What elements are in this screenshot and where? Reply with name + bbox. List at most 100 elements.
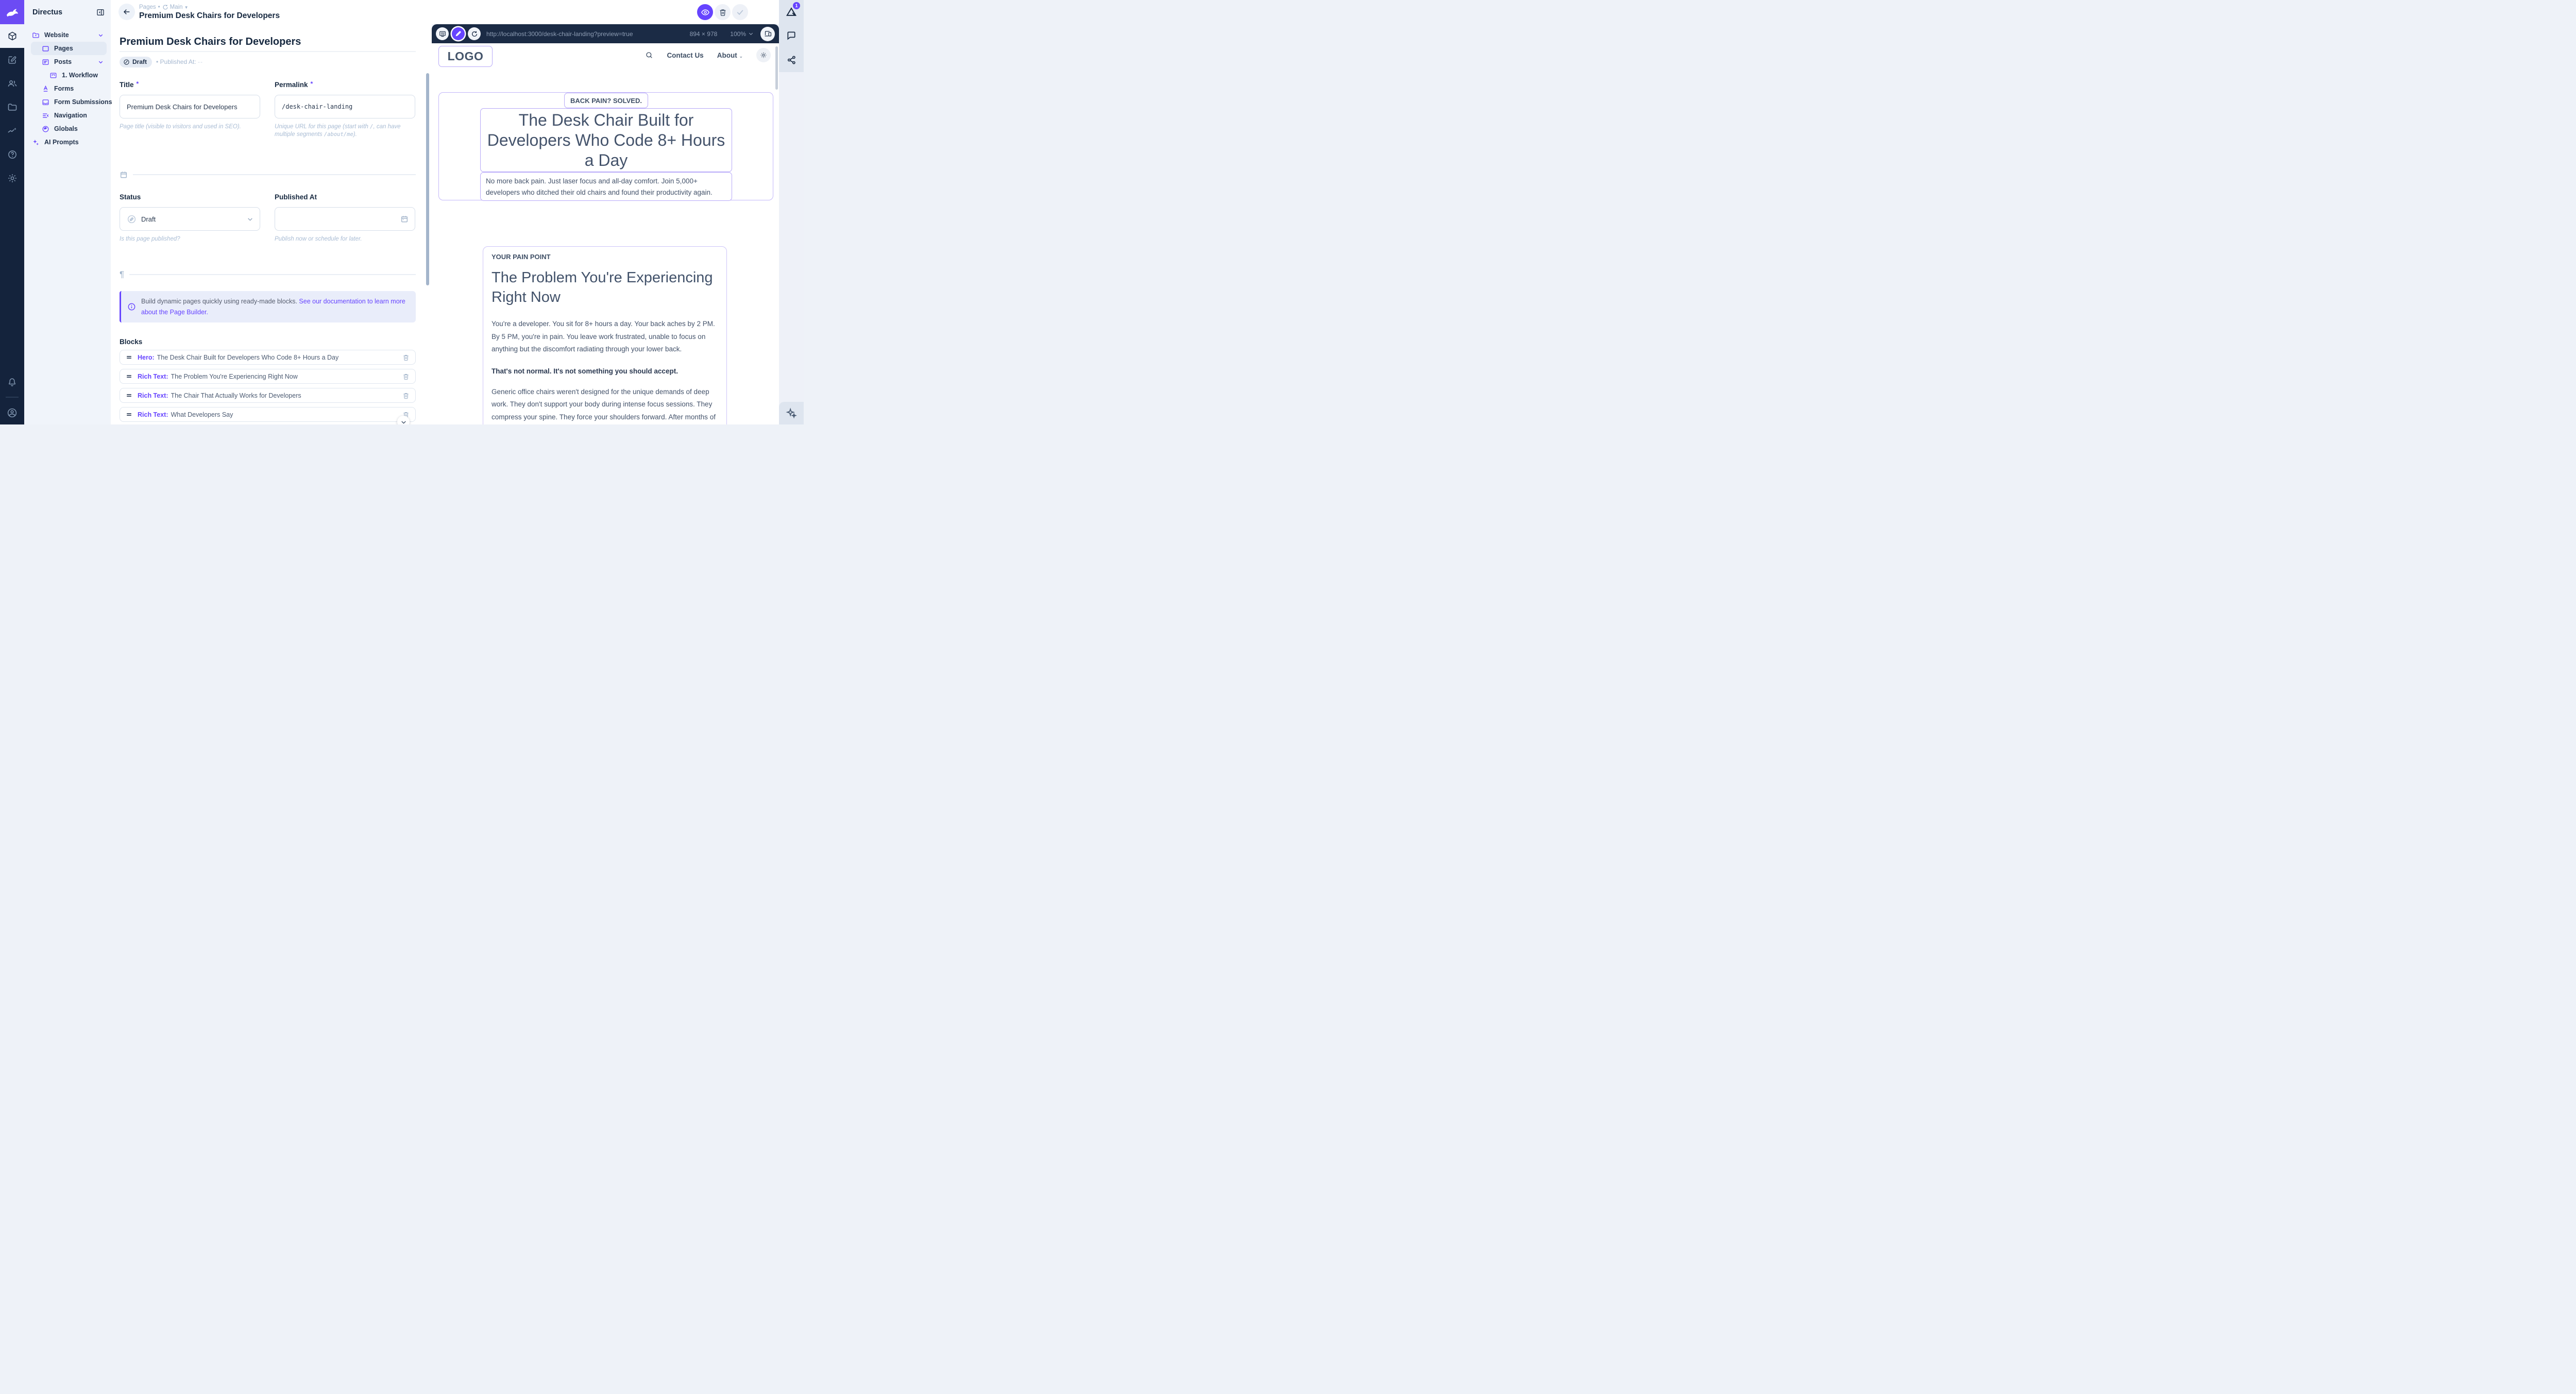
back-button[interactable] <box>118 4 135 20</box>
section-eyebrow: YOUR PAIN POINT <box>492 253 718 261</box>
block-row-richtext-3[interactable]: Rich Text: What Developers Say <box>120 407 416 422</box>
sidebar-item-form-submissions[interactable]: Form Submissions <box>24 95 111 109</box>
module-users[interactable] <box>0 72 24 95</box>
drag-handle-icon[interactable] <box>126 411 132 418</box>
editor-form: Premium Desk Chairs for Developers Draft… <box>111 24 432 424</box>
sidebar-item-navigation[interactable]: Navigation <box>24 109 111 122</box>
block-row-richtext-1[interactable]: Rich Text: The Problem You're Experienci… <box>120 369 416 384</box>
sidebar-item-globals[interactable]: Globals <box>24 122 111 135</box>
insights-icon <box>7 126 18 136</box>
bell-icon <box>7 377 17 387</box>
devices-icon <box>764 30 772 38</box>
hero-subtitle[interactable]: No more back pain. Just laser focus and … <box>480 172 732 201</box>
preview-panel: http://localhost:3000/desk-chair-landing… <box>432 24 779 424</box>
scroll-down-button[interactable] <box>397 416 410 424</box>
collapse-sidebar-icon[interactable] <box>96 8 105 16</box>
version-dropdown[interactable]: Main ▼ <box>162 4 189 10</box>
block-row-richtext-2[interactable]: Rich Text: The Chair That Actually Works… <box>120 388 416 403</box>
letter-a-icon <box>42 85 49 93</box>
module-files[interactable] <box>0 95 24 119</box>
module-settings[interactable] <box>0 166 24 190</box>
toggle-preview-button[interactable] <box>697 4 713 20</box>
chevron-down-icon <box>247 216 253 223</box>
refresh-icon <box>471 30 478 38</box>
breadcrumb[interactable]: Pages • Main ▼ <box>139 4 189 10</box>
hero-eyebrow[interactable]: BACK PAIN? SOLVED. <box>564 93 648 108</box>
responsive-toggle-button[interactable] <box>760 27 775 41</box>
notification-count-badge: 1 <box>793 2 800 9</box>
drag-handle-icon[interactable] <box>126 392 132 399</box>
check-icon <box>736 8 744 16</box>
sidebar-item-pages[interactable]: Pages <box>31 42 107 55</box>
edit-mode-button[interactable] <box>452 27 465 40</box>
section-heading: The Problem You're Experiencing Right No… <box>492 268 718 307</box>
sidebar-item-website[interactable]: Website <box>24 28 111 42</box>
block-row-hero[interactable]: Hero: The Desk Chair Built for Developer… <box>120 350 416 365</box>
sidebar-item-workflow[interactable]: 1. Workflow <box>24 69 111 82</box>
published-at-input[interactable] <box>275 207 415 231</box>
trash-icon <box>719 8 727 16</box>
sidebar-item-ai-prompts[interactable]: AI Prompts <box>24 135 111 149</box>
drag-handle-icon[interactable] <box>126 354 132 361</box>
module-visual-editor[interactable] <box>0 48 24 72</box>
module-help[interactable] <box>0 143 24 166</box>
delete-block-icon[interactable] <box>402 373 410 380</box>
inbox-icon <box>42 98 49 106</box>
project-name: Directus <box>32 8 96 16</box>
site-nav-contact[interactable]: Contact Us <box>667 52 703 59</box>
site-logo[interactable]: LOGO <box>438 46 493 67</box>
right-sidebar-rail: 1 <box>779 0 804 424</box>
refresh-button[interactable] <box>468 27 481 40</box>
delete-block-icon[interactable] <box>402 392 410 399</box>
status-label: Status <box>120 193 260 202</box>
module-content[interactable] <box>0 24 24 48</box>
iframe-scrollbar[interactable] <box>775 46 778 90</box>
site-preview-iframe: LOGO Contact Us About ⌄ BACK PAIN? SOLVE… <box>432 43 779 424</box>
notifications-bell[interactable] <box>0 370 24 394</box>
preview-toolbar: http://localhost:3000/desk-chair-landing… <box>432 24 779 43</box>
hero-heading[interactable]: The Desk Chair Built for Developers Who … <box>480 108 732 172</box>
sidebar-item-forms[interactable]: Forms <box>24 82 111 95</box>
section-paragraph: You're a developer. You sit for 8+ hours… <box>492 318 718 356</box>
save-button[interactable] <box>732 4 748 20</box>
chevron-down-icon[interactable] <box>98 32 104 38</box>
gear-icon <box>7 173 18 183</box>
module-insights[interactable] <box>0 119 24 143</box>
comment-icon <box>786 30 796 41</box>
revisions-drawer-button[interactable]: 1 <box>779 0 804 24</box>
status-badge: Draft <box>120 57 152 67</box>
title-input[interactable]: Premium Desk Chairs for Developers <box>120 95 260 118</box>
preview-dimensions: 894 × 978 <box>690 30 718 38</box>
delete-block-icon[interactable] <box>402 354 410 361</box>
main-scrollbar[interactable] <box>426 73 429 285</box>
sidebar-item-posts[interactable]: Posts <box>24 55 111 69</box>
chevron-down-icon[interactable] <box>98 59 104 65</box>
drag-handle-icon[interactable] <box>126 373 132 380</box>
info-notice: Build dynamic pages quickly using ready-… <box>120 291 416 322</box>
chevron-down-icon: ⌄ <box>739 54 743 59</box>
section-divider-content: ¶ <box>120 269 416 280</box>
status-select[interactable]: Draft <box>120 207 260 231</box>
users-icon <box>7 78 18 89</box>
user-avatar[interactable] <box>0 401 24 424</box>
post-icon <box>42 58 49 66</box>
monitor-sliders-icon <box>439 30 446 38</box>
theme-toggle-button[interactable] <box>756 48 771 62</box>
published-at-hint: Publish now or schedule for later. <box>275 235 415 243</box>
collection-nav-panel: Directus Website Pages Posts 1. Workflow… <box>24 0 111 424</box>
ai-assistant-button[interactable] <box>779 402 804 424</box>
site-nav-about[interactable]: About ⌄ <box>717 52 743 59</box>
directus-logo[interactable] <box>0 0 24 24</box>
delete-button[interactable] <box>715 4 731 20</box>
search-icon[interactable] <box>645 51 653 59</box>
richtext-section-outline[interactable]: YOUR PAIN POINT The Problem You're Exper… <box>483 246 727 424</box>
permalink-input[interactable]: /desk-chair-landing <box>275 95 415 118</box>
share-drawer-button[interactable] <box>779 48 804 72</box>
calendar-icon <box>400 215 409 223</box>
rabbit-icon <box>5 5 20 20</box>
zoom-select[interactable]: 100% <box>730 30 754 38</box>
preview-url[interactable]: http://localhost:3000/desk-chair-landing… <box>486 30 688 38</box>
draft-icon <box>123 59 130 65</box>
display-settings-button[interactable] <box>436 27 449 40</box>
comments-drawer-button[interactable] <box>779 24 804 47</box>
